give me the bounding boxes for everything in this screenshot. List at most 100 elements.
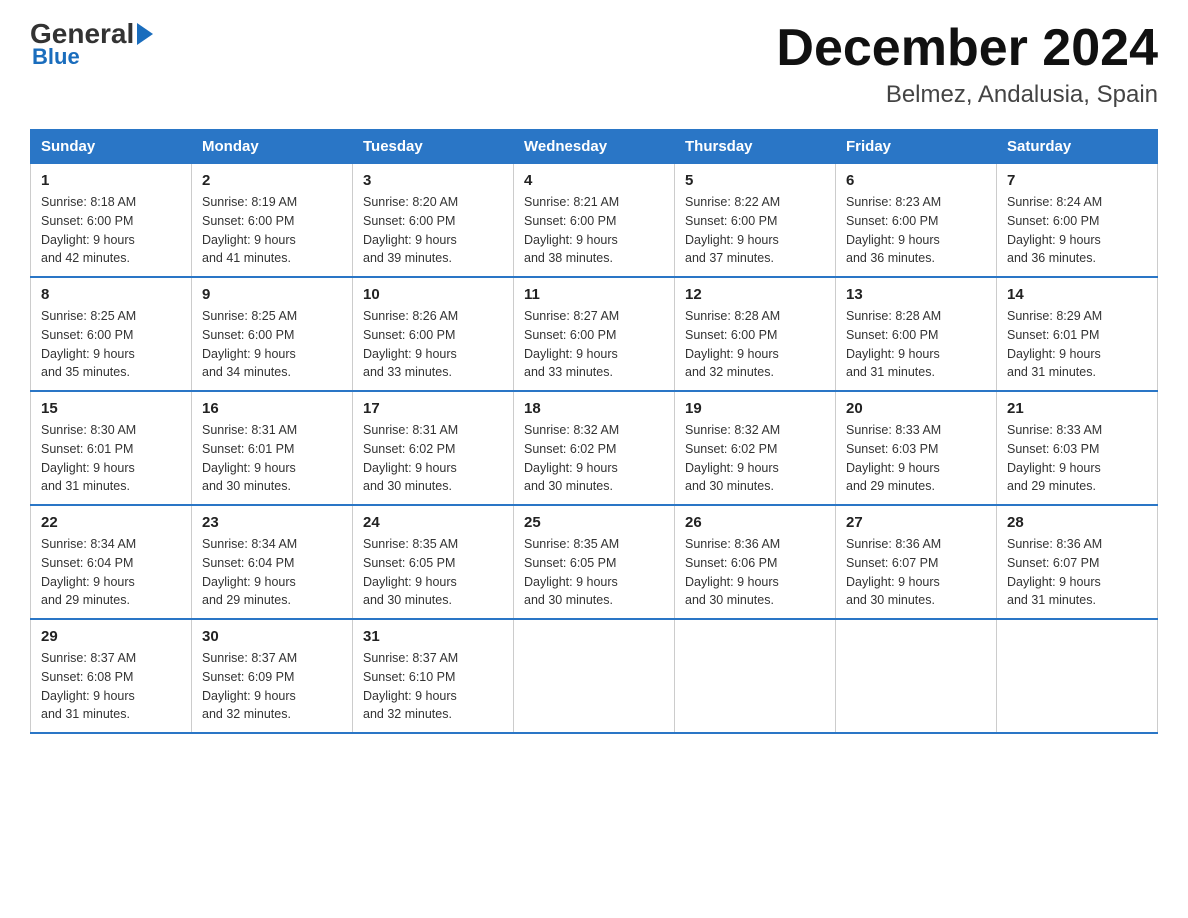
day-number: 26 bbox=[685, 514, 825, 531]
calendar-cell: 9 Sunrise: 8:25 AM Sunset: 6:00 PM Dayli… bbox=[192, 277, 353, 391]
day-info: Sunrise: 8:28 AM Sunset: 6:00 PM Dayligh… bbox=[685, 307, 825, 382]
day-info: Sunrise: 8:37 AM Sunset: 6:10 PM Dayligh… bbox=[363, 649, 503, 724]
day-info: Sunrise: 8:20 AM Sunset: 6:00 PM Dayligh… bbox=[363, 193, 503, 268]
day-info: Sunrise: 8:34 AM Sunset: 6:04 PM Dayligh… bbox=[202, 535, 342, 610]
day-number: 4 bbox=[524, 172, 664, 189]
calendar-cell: 31 Sunrise: 8:37 AM Sunset: 6:10 PM Dayl… bbox=[353, 619, 514, 733]
location-subtitle: Belmez, Andalusia, Spain bbox=[776, 81, 1158, 109]
day-info: Sunrise: 8:32 AM Sunset: 6:02 PM Dayligh… bbox=[524, 421, 664, 496]
calendar-cell: 13 Sunrise: 8:28 AM Sunset: 6:00 PM Dayl… bbox=[836, 277, 997, 391]
day-number: 25 bbox=[524, 514, 664, 531]
calendar-cell: 17 Sunrise: 8:31 AM Sunset: 6:02 PM Dayl… bbox=[353, 391, 514, 505]
day-number: 19 bbox=[685, 400, 825, 417]
day-header-wednesday: Wednesday bbox=[514, 130, 675, 164]
day-number: 18 bbox=[524, 400, 664, 417]
day-info: Sunrise: 8:30 AM Sunset: 6:01 PM Dayligh… bbox=[41, 421, 181, 496]
day-number: 8 bbox=[41, 286, 181, 303]
day-number: 3 bbox=[363, 172, 503, 189]
day-info: Sunrise: 8:31 AM Sunset: 6:02 PM Dayligh… bbox=[363, 421, 503, 496]
day-header-saturday: Saturday bbox=[997, 130, 1158, 164]
day-info: Sunrise: 8:34 AM Sunset: 6:04 PM Dayligh… bbox=[41, 535, 181, 610]
calendar-cell bbox=[997, 619, 1158, 733]
logo: General Blue bbox=[30, 20, 153, 70]
day-header-thursday: Thursday bbox=[675, 130, 836, 164]
calendar-cell bbox=[675, 619, 836, 733]
calendar-cell: 24 Sunrise: 8:35 AM Sunset: 6:05 PM Dayl… bbox=[353, 505, 514, 619]
calendar-header-row: SundayMondayTuesdayWednesdayThursdayFrid… bbox=[31, 130, 1158, 164]
day-number: 31 bbox=[363, 628, 503, 645]
day-number: 30 bbox=[202, 628, 342, 645]
calendar-cell: 18 Sunrise: 8:32 AM Sunset: 6:02 PM Dayl… bbox=[514, 391, 675, 505]
day-info: Sunrise: 8:19 AM Sunset: 6:00 PM Dayligh… bbox=[202, 193, 342, 268]
day-info: Sunrise: 8:36 AM Sunset: 6:07 PM Dayligh… bbox=[846, 535, 986, 610]
calendar-cell: 26 Sunrise: 8:36 AM Sunset: 6:06 PM Dayl… bbox=[675, 505, 836, 619]
day-info: Sunrise: 8:27 AM Sunset: 6:00 PM Dayligh… bbox=[524, 307, 664, 382]
calendar-cell: 3 Sunrise: 8:20 AM Sunset: 6:00 PM Dayli… bbox=[353, 164, 514, 278]
day-number: 29 bbox=[41, 628, 181, 645]
day-info: Sunrise: 8:36 AM Sunset: 6:07 PM Dayligh… bbox=[1007, 535, 1147, 610]
day-info: Sunrise: 8:36 AM Sunset: 6:06 PM Dayligh… bbox=[685, 535, 825, 610]
day-number: 10 bbox=[363, 286, 503, 303]
day-number: 5 bbox=[685, 172, 825, 189]
day-info: Sunrise: 8:25 AM Sunset: 6:00 PM Dayligh… bbox=[202, 307, 342, 382]
day-number: 21 bbox=[1007, 400, 1147, 417]
calendar-cell bbox=[836, 619, 997, 733]
day-info: Sunrise: 8:29 AM Sunset: 6:01 PM Dayligh… bbox=[1007, 307, 1147, 382]
day-header-sunday: Sunday bbox=[31, 130, 192, 164]
day-info: Sunrise: 8:37 AM Sunset: 6:09 PM Dayligh… bbox=[202, 649, 342, 724]
calendar-cell: 4 Sunrise: 8:21 AM Sunset: 6:00 PM Dayli… bbox=[514, 164, 675, 278]
page-header: General Blue December 2024 Belmez, Andal… bbox=[30, 20, 1158, 109]
day-number: 2 bbox=[202, 172, 342, 189]
day-number: 12 bbox=[685, 286, 825, 303]
calendar-cell: 5 Sunrise: 8:22 AM Sunset: 6:00 PM Dayli… bbox=[675, 164, 836, 278]
calendar-week-row: 15 Sunrise: 8:30 AM Sunset: 6:01 PM Dayl… bbox=[31, 391, 1158, 505]
day-info: Sunrise: 8:22 AM Sunset: 6:00 PM Dayligh… bbox=[685, 193, 825, 268]
day-info: Sunrise: 8:32 AM Sunset: 6:02 PM Dayligh… bbox=[685, 421, 825, 496]
calendar-cell: 20 Sunrise: 8:33 AM Sunset: 6:03 PM Dayl… bbox=[836, 391, 997, 505]
logo-blue: Blue bbox=[30, 44, 80, 70]
calendar-cell: 11 Sunrise: 8:27 AM Sunset: 6:00 PM Dayl… bbox=[514, 277, 675, 391]
day-info: Sunrise: 8:31 AM Sunset: 6:01 PM Dayligh… bbox=[202, 421, 342, 496]
day-number: 9 bbox=[202, 286, 342, 303]
day-info: Sunrise: 8:23 AM Sunset: 6:00 PM Dayligh… bbox=[846, 193, 986, 268]
calendar-cell: 27 Sunrise: 8:36 AM Sunset: 6:07 PM Dayl… bbox=[836, 505, 997, 619]
day-number: 20 bbox=[846, 400, 986, 417]
calendar-week-row: 29 Sunrise: 8:37 AM Sunset: 6:08 PM Dayl… bbox=[31, 619, 1158, 733]
day-number: 22 bbox=[41, 514, 181, 531]
day-info: Sunrise: 8:35 AM Sunset: 6:05 PM Dayligh… bbox=[524, 535, 664, 610]
day-header-tuesday: Tuesday bbox=[353, 130, 514, 164]
calendar-cell: 29 Sunrise: 8:37 AM Sunset: 6:08 PM Dayl… bbox=[31, 619, 192, 733]
day-header-friday: Friday bbox=[836, 130, 997, 164]
day-info: Sunrise: 8:24 AM Sunset: 6:00 PM Dayligh… bbox=[1007, 193, 1147, 268]
title-block: December 2024 Belmez, Andalusia, Spain bbox=[776, 20, 1158, 109]
day-number: 11 bbox=[524, 286, 664, 303]
calendar-cell: 14 Sunrise: 8:29 AM Sunset: 6:01 PM Dayl… bbox=[997, 277, 1158, 391]
calendar-cell: 15 Sunrise: 8:30 AM Sunset: 6:01 PM Dayl… bbox=[31, 391, 192, 505]
day-info: Sunrise: 8:37 AM Sunset: 6:08 PM Dayligh… bbox=[41, 649, 181, 724]
day-info: Sunrise: 8:28 AM Sunset: 6:00 PM Dayligh… bbox=[846, 307, 986, 382]
day-number: 24 bbox=[363, 514, 503, 531]
calendar-cell: 19 Sunrise: 8:32 AM Sunset: 6:02 PM Dayl… bbox=[675, 391, 836, 505]
calendar-cell: 30 Sunrise: 8:37 AM Sunset: 6:09 PM Dayl… bbox=[192, 619, 353, 733]
calendar-week-row: 1 Sunrise: 8:18 AM Sunset: 6:00 PM Dayli… bbox=[31, 164, 1158, 278]
day-number: 16 bbox=[202, 400, 342, 417]
day-info: Sunrise: 8:21 AM Sunset: 6:00 PM Dayligh… bbox=[524, 193, 664, 268]
day-header-monday: Monday bbox=[192, 130, 353, 164]
day-info: Sunrise: 8:25 AM Sunset: 6:00 PM Dayligh… bbox=[41, 307, 181, 382]
day-info: Sunrise: 8:26 AM Sunset: 6:00 PM Dayligh… bbox=[363, 307, 503, 382]
day-info: Sunrise: 8:35 AM Sunset: 6:05 PM Dayligh… bbox=[363, 535, 503, 610]
calendar-cell: 25 Sunrise: 8:35 AM Sunset: 6:05 PM Dayl… bbox=[514, 505, 675, 619]
day-number: 14 bbox=[1007, 286, 1147, 303]
calendar-cell bbox=[514, 619, 675, 733]
calendar-cell: 1 Sunrise: 8:18 AM Sunset: 6:00 PM Dayli… bbox=[31, 164, 192, 278]
day-number: 6 bbox=[846, 172, 986, 189]
day-info: Sunrise: 8:33 AM Sunset: 6:03 PM Dayligh… bbox=[1007, 421, 1147, 496]
calendar-table: SundayMondayTuesdayWednesdayThursdayFrid… bbox=[30, 129, 1158, 734]
day-number: 23 bbox=[202, 514, 342, 531]
day-number: 28 bbox=[1007, 514, 1147, 531]
calendar-cell: 12 Sunrise: 8:28 AM Sunset: 6:00 PM Dayl… bbox=[675, 277, 836, 391]
month-year-title: December 2024 bbox=[776, 20, 1158, 77]
calendar-week-row: 22 Sunrise: 8:34 AM Sunset: 6:04 PM Dayl… bbox=[31, 505, 1158, 619]
day-number: 7 bbox=[1007, 172, 1147, 189]
day-info: Sunrise: 8:33 AM Sunset: 6:03 PM Dayligh… bbox=[846, 421, 986, 496]
